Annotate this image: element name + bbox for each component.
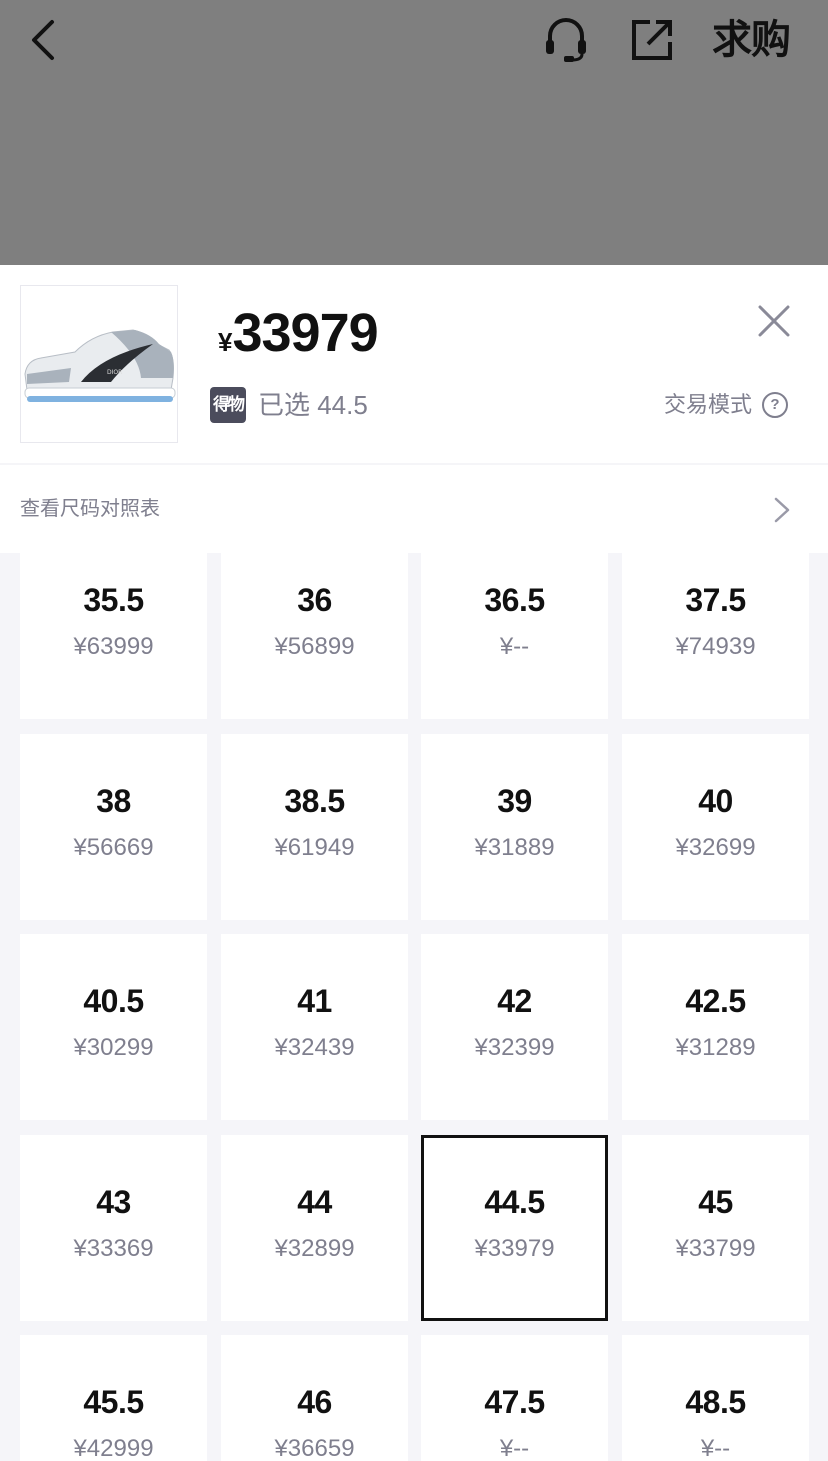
size-price: ¥--: [700, 1435, 731, 1461]
share-icon: [632, 20, 672, 60]
size-option[interactable]: 39 ¥31889: [421, 734, 608, 920]
size-grid: 35.5 ¥63999 36 ¥56899 36.5 ¥-- 37.5 ¥74939 38 ¥56…: [0, 553, 828, 1461]
price-amount: 33979: [232, 303, 378, 363]
size-label: 42: [497, 983, 532, 1019]
size-option[interactable]: 45 ¥33799: [622, 1135, 809, 1321]
size-label: 41: [297, 983, 332, 1019]
trade-mode-label: 交易模式: [663, 392, 752, 417]
size-label: 36: [297, 582, 332, 618]
size-label: 38: [96, 783, 131, 819]
size-option[interactable]: 35.5 ¥63999: [20, 553, 207, 719]
size-price: ¥31289: [675, 1034, 756, 1061]
size-option[interactable]: 48.5 ¥--: [622, 1335, 809, 1461]
size-label: 45.5: [83, 1384, 144, 1420]
size-label: 44.5: [484, 1184, 545, 1220]
size-label: 45: [698, 1184, 733, 1220]
size-option[interactable]: 46 ¥36659: [221, 1335, 408, 1461]
back-button[interactable]: [24, 18, 64, 62]
product-thumbnail: DIOR: [20, 285, 178, 443]
size-option[interactable]: 47.5 ¥--: [421, 1335, 608, 1461]
size-label: 48.5: [685, 1384, 746, 1420]
size-price: ¥56899: [274, 633, 355, 660]
size-price: ¥--: [499, 633, 530, 660]
size-price: ¥33979: [474, 1235, 555, 1262]
size-price: ¥74939: [675, 633, 756, 660]
size-price: ¥33369: [73, 1235, 154, 1262]
size-option[interactable]: 36 ¥56899: [221, 553, 408, 719]
size-price: ¥31889: [474, 834, 555, 861]
size-price: ¥--: [499, 1435, 530, 1461]
size-option[interactable]: 43 ¥33369: [20, 1135, 207, 1321]
size-label: 37.5: [685, 582, 746, 618]
chevron-right-icon: [774, 497, 790, 523]
size-label: 38.5: [284, 783, 345, 819]
size-label: 35.5: [83, 582, 144, 618]
size-price: ¥61949: [274, 834, 355, 861]
size-price: ¥36659: [274, 1435, 355, 1461]
size-option[interactable]: 38 ¥56669: [20, 734, 207, 920]
size-label: 42.5: [685, 983, 746, 1019]
selected-price: ¥33979: [218, 303, 379, 363]
size-price: ¥63999: [73, 633, 154, 660]
size-label: 44: [297, 1184, 332, 1220]
size-chart-label: 查看尺码对照表: [20, 498, 160, 520]
headset-icon: [546, 18, 586, 62]
share-button[interactable]: [628, 16, 676, 64]
size-label: 40.5: [83, 983, 144, 1019]
want-to-buy-button[interactable]: 求购: [712, 16, 791, 64]
sneaker-image: DIOR: [24, 329, 176, 402]
size-price: ¥56669: [73, 834, 154, 861]
selected-size-text: 已选 44.5: [258, 390, 368, 420]
size-price: ¥32699: [675, 834, 756, 861]
size-label: 46: [297, 1384, 332, 1420]
dimmed-background: 求购: [0, 0, 828, 265]
size-price: ¥32399: [474, 1034, 555, 1061]
brand-badge: 得物: [210, 387, 246, 423]
size-label: 40: [698, 783, 733, 819]
size-option[interactable]: 42 ¥32399: [421, 934, 608, 1120]
currency-symbol: ¥: [218, 327, 233, 357]
size-chart-link[interactable]: 查看尺码对照表: [0, 465, 828, 553]
size-label: 43: [96, 1184, 131, 1220]
size-price: ¥32899: [274, 1235, 355, 1262]
size-option[interactable]: 38.5 ¥61949: [221, 734, 408, 920]
help-icon: ?: [762, 392, 788, 418]
size-label: 47.5: [484, 1384, 545, 1420]
size-option[interactable]: 40.5 ¥30299: [20, 934, 207, 1120]
size-price: ¥32439: [274, 1034, 355, 1061]
size-option[interactable]: 45.5 ¥42999: [20, 1335, 207, 1461]
size-option[interactable]: 42.5 ¥31289: [622, 934, 809, 1120]
size-label: 39: [497, 783, 532, 819]
size-option[interactable]: 37.5 ¥74939: [622, 553, 809, 719]
back-arrow-icon: [32, 20, 54, 60]
close-button[interactable]: [752, 299, 796, 343]
size-option[interactable]: 40 ¥32699: [622, 734, 809, 920]
size-option[interactable]: 41 ¥32439: [221, 934, 408, 1120]
close-icon: [758, 305, 790, 337]
svg-text:DIOR: DIOR: [107, 369, 122, 376]
size-option[interactable]: 36.5 ¥--: [421, 553, 608, 719]
size-price: ¥33799: [675, 1235, 756, 1262]
customer-service-button[interactable]: [542, 16, 590, 64]
size-price: ¥30299: [73, 1034, 154, 1061]
trade-mode-link[interactable]: 交易模式 ?: [664, 387, 788, 423]
size-option[interactable]: 44 ¥32899: [221, 1135, 408, 1321]
size-price: ¥42999: [73, 1435, 154, 1461]
size-option-selected[interactable]: 44.5 ¥33979: [421, 1135, 608, 1321]
size-label: 36.5: [484, 582, 545, 618]
